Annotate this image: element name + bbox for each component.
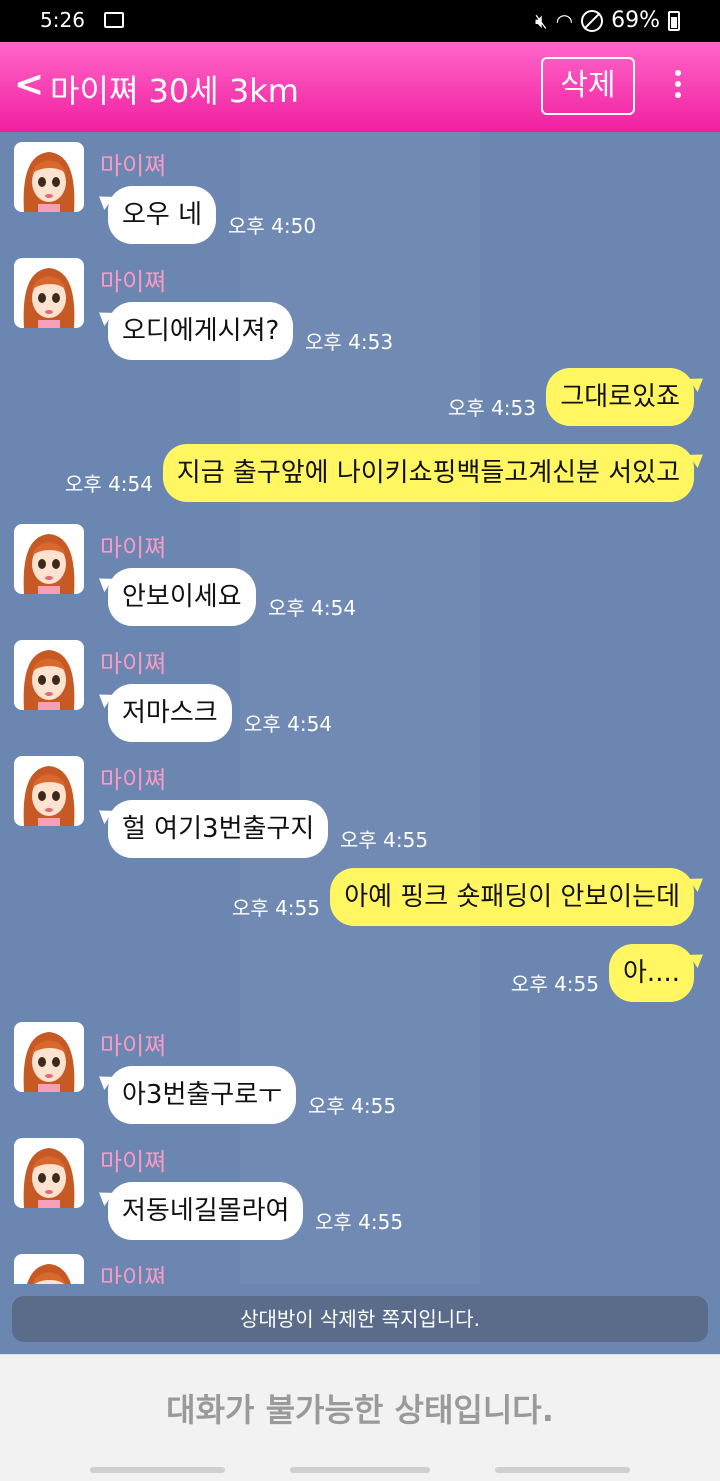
battery-percent: 69% [611, 8, 660, 33]
sender-avatar[interactable] [14, 756, 84, 826]
sender-avatar[interactable] [14, 1138, 84, 1208]
incoming-message-bubble[interactable]: 오디에게시져? [108, 302, 294, 360]
sender-name: 마이쪄 [100, 766, 167, 794]
sender-name: 마이쪄 [100, 1032, 167, 1060]
nav-gesture-bar [90, 1467, 630, 1475]
message-time: 오후 4:53 [447, 396, 536, 420]
outgoing-message-bubble[interactable]: 아예 핑크 숏패딩이 안보이는데 [330, 868, 694, 926]
outgoing-message-bubble[interactable]: 그대로있죠 [546, 368, 694, 426]
message-time: 오후 4:54 [268, 596, 357, 620]
incoming-message-bubble[interactable]: 헐 여기3번출구지 [108, 800, 329, 858]
sender-avatar[interactable] [14, 1254, 84, 1284]
more-options-icon[interactable] [668, 70, 688, 106]
app-bar: < 마이쪄 30세 3km 삭제 [0, 42, 720, 132]
incoming-message-bubble[interactable]: 안보이세요 [108, 568, 256, 626]
sender-avatar[interactable] [14, 1022, 84, 1092]
incoming-message-bubble[interactable]: 아3번출구로ㅜ [108, 1066, 297, 1124]
wifi-icon: ◠ [555, 8, 574, 33]
sender-avatar[interactable] [14, 142, 84, 212]
mute-icon: 🔇︎ [535, 8, 548, 33]
incoming-message-bubble[interactable]: 저동네길몰라여 [108, 1182, 304, 1240]
message-time: 오후 4:55 [231, 896, 320, 920]
do-not-disturb-icon [581, 9, 604, 32]
sender-name: 마이쪄 [100, 1264, 167, 1284]
outgoing-message-bubble[interactable]: 지금 출구앞에 나이키쇼핑백들고계신분 서있고 [162, 444, 694, 502]
sender-name: 마이쪄 [100, 1148, 167, 1176]
message-time: 오후 4:55 [340, 828, 429, 852]
status-time: 5:26 [40, 8, 85, 32]
sender-name: 마이쪄 [100, 534, 167, 562]
battery-icon [668, 10, 680, 31]
sender-avatar[interactable] [14, 258, 84, 328]
footer: 대화가 불가능한 상태입니다. [0, 1354, 720, 1481]
chat-title: 마이쪄 30세 3km [50, 72, 299, 110]
message-time: 오후 4:55 [510, 972, 599, 996]
message-time: 오후 4:55 [308, 1094, 397, 1118]
chat-disabled-text: 대화가 불가능한 상태입니다. [166, 1391, 554, 1429]
status-bar: 5:26 🔇︎ ◠ 69% [0, 0, 720, 42]
message-time: 오후 4:50 [228, 214, 317, 238]
delete-button[interactable]: 삭제 [541, 57, 635, 115]
incoming-message-bubble[interactable]: 저마스크 [108, 684, 232, 742]
sender-name: 마이쪄 [100, 152, 167, 180]
message-time: 오후 4:55 [315, 1210, 404, 1234]
message-time: 오후 4:53 [305, 330, 394, 354]
sender-name: 마이쪄 [100, 650, 167, 678]
incoming-message-bubble[interactable]: 오우 네 [108, 186, 217, 244]
outgoing-message-bubble[interactable]: 아.... [609, 944, 694, 1002]
chat-area[interactable]: 마이쪄 오우 네 오후 4:50 마이쪄 오디에게시져? 오후 4:53 그대로있죠 오후 4… [0, 132, 720, 1284]
gallery-notification-icon [104, 12, 124, 28]
sender-avatar[interactable] [14, 640, 84, 710]
message-time: 오후 4:54 [244, 712, 333, 736]
sender-avatar[interactable] [14, 524, 84, 594]
sender-name: 마이쪄 [100, 268, 167, 296]
message-time: 오후 4:54 [64, 472, 153, 496]
deleted-notice: 상대방이 삭제한 쪽지입니다. [12, 1296, 708, 1342]
back-button[interactable]: < [14, 64, 44, 105]
